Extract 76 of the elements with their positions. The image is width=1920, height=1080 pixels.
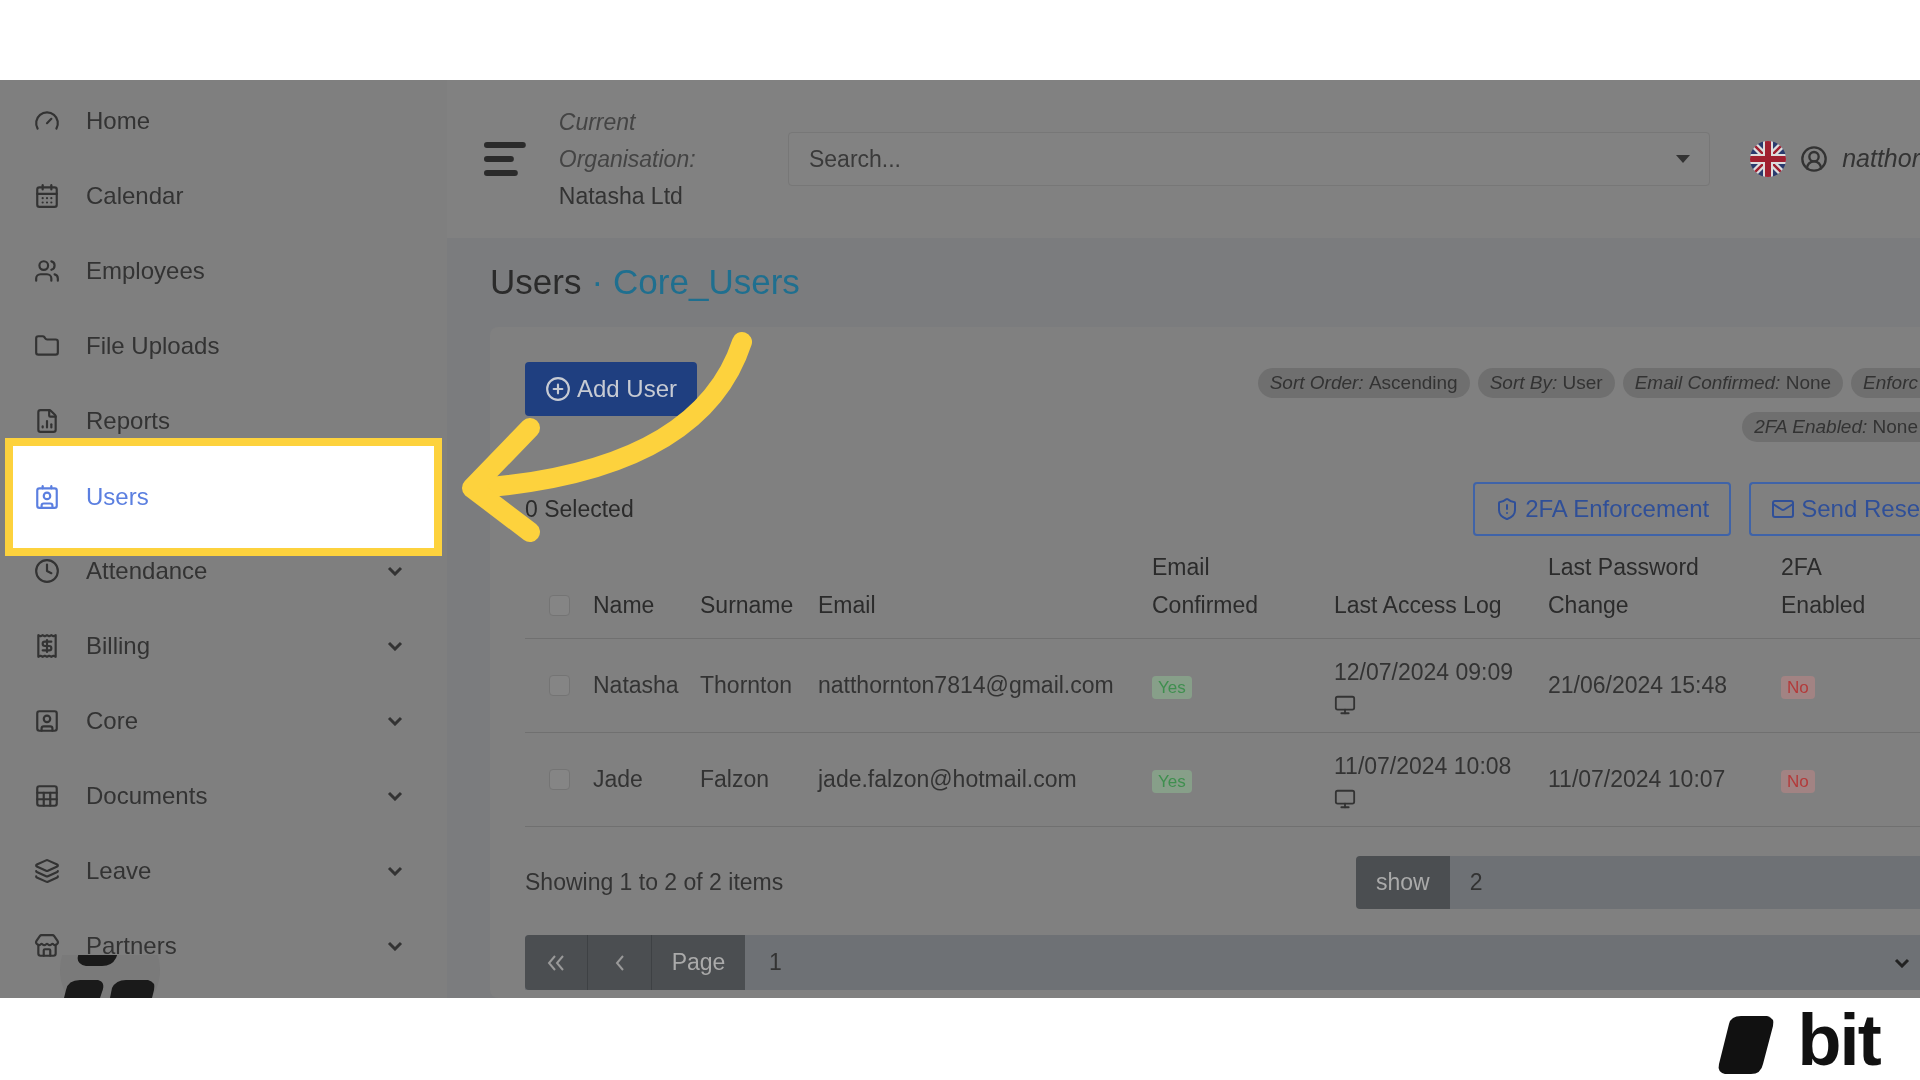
column-header: 2FA Enabled xyxy=(1781,553,1867,620)
sidebar-item[interactable]: Reports xyxy=(0,406,447,436)
organisation-name: Natasha Ltd xyxy=(558,181,684,211)
caret-icon xyxy=(1676,155,1691,163)
monitor-icon[interactable] xyxy=(1334,787,1356,810)
selected-count: 0 Selected xyxy=(525,494,634,524)
plus-icon xyxy=(545,376,571,402)
folder-icon xyxy=(34,333,60,359)
status-badge: Yes xyxy=(1152,770,1192,794)
breadcrumb-separator: · xyxy=(591,261,604,304)
filter-chip[interactable]: Sort Order: Ascending xyxy=(1257,368,1470,398)
table-cell-text: 11/07/2024 10:08 xyxy=(1334,752,1513,782)
filter-chip[interactable]: Sort By: User xyxy=(1477,368,1615,398)
column-header: Last Password Change xyxy=(1548,553,1700,620)
table-cell-text: jade.falzon@hotmail.com xyxy=(818,765,1078,795)
report-icon xyxy=(34,408,60,434)
sidebar-item[interactable]: Calendar xyxy=(0,181,447,211)
table-cell-text: 11/07/2024 10:07 xyxy=(1548,765,1727,795)
sidebar-item[interactable]: Billing xyxy=(0,631,447,661)
flag-icon[interactable] xyxy=(1750,141,1787,177)
add-user-button[interactable]: Add User xyxy=(525,362,698,416)
sidebar-item[interactable]: Leave xyxy=(0,856,447,886)
column-header: Email Confirmed xyxy=(1152,553,1260,620)
column-header: Name xyxy=(593,591,656,620)
sheet-icon xyxy=(34,783,60,809)
filter-chip[interactable]: Enforc xyxy=(1851,368,1920,398)
brand-name: bit xyxy=(1797,1000,1880,1080)
user-name[interactable]: natthor xyxy=(1842,140,1920,178)
user-card-icon xyxy=(34,708,60,734)
monitor-icon[interactable] xyxy=(1334,693,1356,716)
table-cell-text: 12/07/2024 09:09 xyxy=(1334,658,1515,688)
calendar-icon xyxy=(34,183,60,209)
page-number-field[interactable]: 1 xyxy=(745,935,1894,990)
layers-icon xyxy=(34,858,60,884)
column-header: Last Access Log xyxy=(1334,591,1503,620)
status-badge: Yes xyxy=(1152,676,1192,700)
people-icon xyxy=(34,258,60,284)
logo-icon xyxy=(1717,1016,1776,1074)
sidebar-item[interactable]: File Uploads xyxy=(0,331,447,361)
column-header: Email xyxy=(818,591,877,620)
sidebar-item[interactable]: Partners xyxy=(0,931,447,961)
table-cell-text: 21/06/2024 15:48 xyxy=(1548,671,1729,701)
mail-icon xyxy=(1771,497,1796,521)
summary-text: Showing 1 to 2 of 2 items xyxy=(525,867,784,897)
show-button[interactable]: show xyxy=(1356,855,1450,909)
breadcrumb-item: Users xyxy=(490,261,582,304)
sidebar-item[interactable]: Core xyxy=(0,706,447,736)
filter-chip[interactable]: Email Confirmed: None xyxy=(1622,368,1844,398)
receipt-icon xyxy=(34,633,60,659)
clock-icon xyxy=(34,558,60,584)
chevron-left-icon xyxy=(614,954,625,971)
table-cell-text: Thornton xyxy=(700,671,794,701)
user-icon xyxy=(1800,145,1829,173)
table-cell-text: natthornton7814@gmail.com xyxy=(818,671,1115,701)
filter-chip[interactable]: 2FA Enabled: None xyxy=(1742,412,1920,442)
page-label: Page xyxy=(652,935,745,990)
action-button[interactable]: 2FA Enforcement xyxy=(1473,482,1732,536)
action-button[interactable]: Send Rese xyxy=(1749,482,1920,536)
column-header: Surname xyxy=(700,591,795,620)
sidebar-item[interactable]: Employees xyxy=(0,256,447,286)
table-cell-text: Falzon xyxy=(700,765,771,795)
table-cell-text: Natasha xyxy=(593,671,680,701)
sidebar-item[interactable]: Attendance xyxy=(0,556,447,586)
search-field[interactable]: Search... xyxy=(787,132,1711,186)
organisation-label: Current Organisation: xyxy=(558,107,697,174)
double-chevron-icon xyxy=(547,954,565,971)
store-icon xyxy=(34,933,60,959)
status-badge: No xyxy=(1781,676,1815,700)
first-page-button[interactable] xyxy=(525,935,588,990)
table-cell-text: Jade xyxy=(593,765,644,795)
sidebar-item[interactable]: Home xyxy=(0,106,447,136)
page-size-field[interactable]: 2 xyxy=(1449,855,1920,909)
sidebar-item[interactable]: Documents xyxy=(0,781,447,811)
chevron-down-icon[interactable] xyxy=(1894,957,1910,968)
sidebar-item[interactable]: Users xyxy=(5,438,442,556)
status-badge: No xyxy=(1781,770,1815,794)
